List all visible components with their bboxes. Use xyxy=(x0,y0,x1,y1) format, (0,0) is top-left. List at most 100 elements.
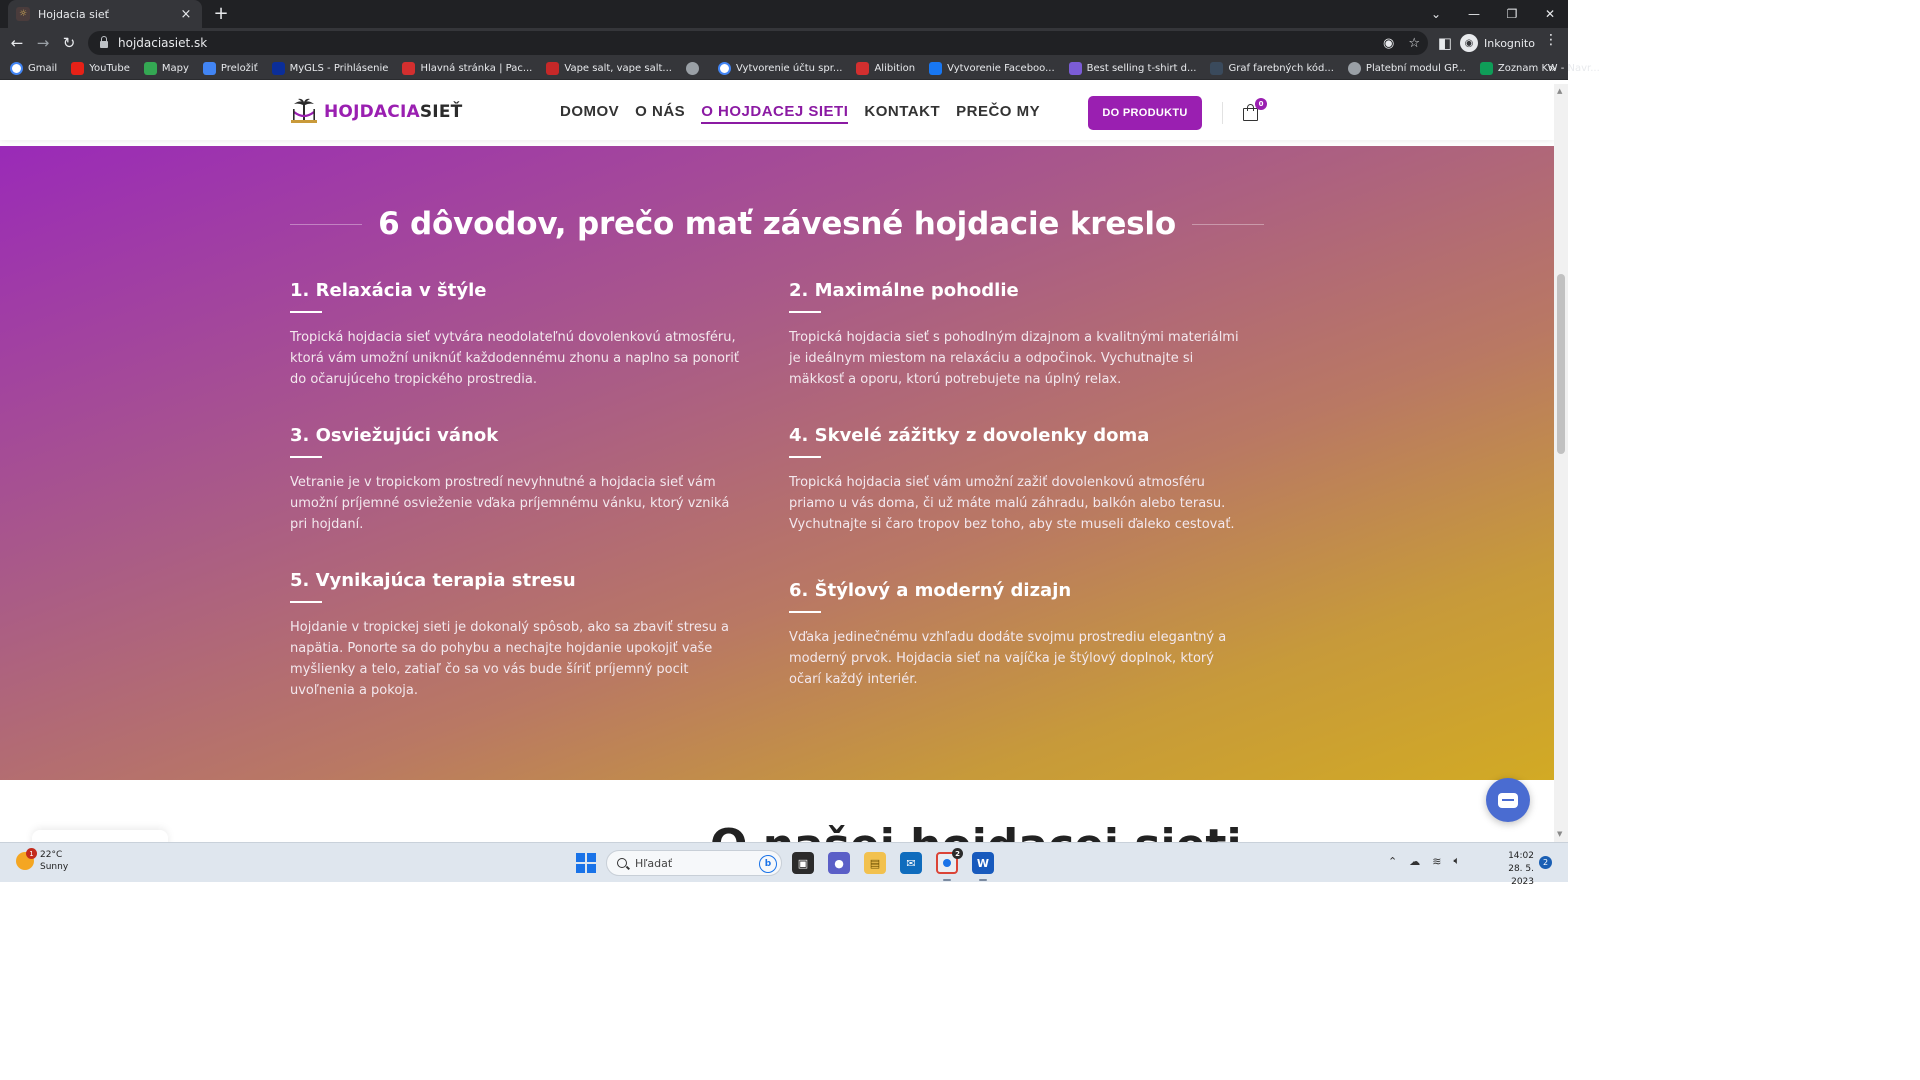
bookmark-item[interactable] xyxy=(685,62,704,75)
cart-icon[interactable]: 0 xyxy=(1243,98,1267,121)
bookmark-item[interactable]: Mapy xyxy=(143,62,189,75)
bookmark-item[interactable]: Vytvorenie účtu spr... xyxy=(717,62,843,75)
eye-off-icon[interactable]: ◉ xyxy=(1383,36,1394,51)
bookmark-item[interactable]: Gmail xyxy=(10,62,57,75)
tab-title: Hojdacia sieť xyxy=(38,7,109,21)
palm-hammock-logo-icon xyxy=(291,98,317,123)
do-produktu-button[interactable]: DO PRODUKTU xyxy=(1088,96,1202,130)
word-icon[interactable]: W xyxy=(972,852,994,874)
bookmark-label: Vytvorenie účtu spr... xyxy=(735,63,843,74)
profile-label: Inkognito xyxy=(1484,36,1535,50)
close-window-button[interactable]: ✕ xyxy=(1532,0,1568,28)
volume-icon[interactable]: 🔈︎ xyxy=(1453,854,1460,868)
weather-widget[interactable]: 1 22°C Sunny xyxy=(16,848,68,873)
bing-icon[interactable]: b xyxy=(759,855,777,873)
chat-bubble-icon xyxy=(1498,792,1518,808)
address-bar[interactable]: hojdaciasiet.sk ◉ ☆ xyxy=(88,31,1428,55)
reload-icon[interactable]: ↻ xyxy=(58,32,80,54)
bookmarks-bar: Gmail YouTube Mapy Preložiť MyGLS - Prihláse… xyxy=(0,58,1600,80)
sheets-icon xyxy=(1479,62,1493,75)
word-active-indicator xyxy=(979,879,987,881)
incognito-profile[interactable]: ◉ Inkognito xyxy=(1460,32,1535,54)
new-tab-button[interactable]: + xyxy=(210,3,232,25)
feature-underline xyxy=(789,611,821,613)
site-logo[interactable]: HOJDACIASIEŤ xyxy=(290,98,462,126)
title-line-right xyxy=(1191,223,1265,225)
scroll-down-arrow-icon[interactable]: ▼ xyxy=(1557,830,1562,838)
restore-button[interactable]: ❐ xyxy=(1494,0,1530,28)
rt-icon xyxy=(1210,62,1224,75)
nav-o-nas[interactable]: O NÁS xyxy=(635,103,685,124)
feature-underline xyxy=(789,456,821,458)
globe-icon xyxy=(1347,62,1361,75)
file-explorer-icon[interactable]: ▤ xyxy=(864,852,886,874)
scroll-up-arrow-icon[interactable]: ▲ xyxy=(1557,87,1562,95)
bookmark-label: Vape salt, vape salt... xyxy=(564,63,672,74)
back-arrow-icon[interactable]: ← xyxy=(6,32,28,54)
feature-text: Tropická hojdacia sieť s pohodlným dizaj… xyxy=(789,330,1239,387)
kebab-menu-icon[interactable]: ⋮ xyxy=(1544,32,1558,48)
teams-chat-icon[interactable]: ● xyxy=(828,852,850,874)
feature-title: 4. Skvelé zážitky z dovolenky doma xyxy=(789,425,1150,446)
nav-kontakt[interactable]: KONTAKT xyxy=(864,103,940,124)
translate-icon xyxy=(202,62,216,75)
bookmark-label: Platební modul GP... xyxy=(1365,63,1466,74)
taskbar-search[interactable]: Hľadať b xyxy=(606,850,782,876)
feature-card: 2. Maximálne pohodlie Tropická hojdacia … xyxy=(789,280,1249,390)
cookie-widget-tab[interactable] xyxy=(32,830,168,842)
onedrive-icon[interactable]: ☁ xyxy=(1409,855,1420,868)
bookmarks-overflow-icon[interactable]: » xyxy=(1549,61,1556,75)
bookmark-label: Graf farebných kód... xyxy=(1228,63,1334,74)
bookmark-item[interactable]: Hlavná stránka | Pac... xyxy=(402,62,532,75)
bookmark-label: Vytvorenie Faceboo... xyxy=(947,63,1055,74)
tab-close-icon[interactable]: × xyxy=(178,7,194,22)
nav-domov[interactable]: DOMOV xyxy=(560,103,619,124)
weather-text: 22°C Sunny xyxy=(40,849,68,873)
browser-tab[interactable]: ☼ Hojdacia sieť × xyxy=(8,0,202,28)
mail-icon[interactable]: ✉ xyxy=(900,852,922,874)
bookmark-item[interactable]: Zoznam KW - Navr... xyxy=(1479,62,1600,75)
nav-o-hojdacej-sieti[interactable]: O HOJDACEJ SIETI xyxy=(701,103,849,124)
diamond-icon xyxy=(929,62,943,75)
feature-text: Tropická hojdacia sieť vytvára neodolate… xyxy=(290,330,739,387)
sun-icon: 1 xyxy=(16,848,37,870)
site-header: HOJDACIASIEŤ DOMOV O NÁS O HOJDACEJ SIET… xyxy=(0,84,1554,140)
system-clock[interactable]: 14:02 28. 5. 2023 xyxy=(1484,850,1534,889)
feature-text: Tropická hojdacia sieť vám umožní zažiť … xyxy=(789,475,1235,532)
bookmark-label: YouTube xyxy=(89,63,130,74)
bookmark-item[interactable]: Alibition xyxy=(856,62,915,75)
logo-wordmark: HOJDACIASIEŤ xyxy=(324,102,463,122)
bookmark-item[interactable]: Preložiť xyxy=(202,62,258,75)
windows-start-icon[interactable] xyxy=(576,853,596,873)
chrome-icon[interactable]: 2 xyxy=(936,848,963,874)
bookmark-item[interactable]: Platební modul GP... xyxy=(1347,62,1466,75)
task-view-icon[interactable]: ▣ xyxy=(792,852,814,874)
page-scrollbar[interactable]: ▲ ▼ xyxy=(1554,84,1568,842)
page-viewport: HOJDACIASIEŤ DOMOV O NÁS O HOJDACEJ SIET… xyxy=(0,84,1554,842)
lock-icon[interactable] xyxy=(100,36,108,48)
section-title: 6 dôvodov, prečo mať závesné hojdacie kr… xyxy=(378,206,1176,242)
bookmark-star-icon[interactable]: ☆ xyxy=(1408,36,1420,51)
tab-search-icon[interactable]: ⌄ xyxy=(1418,0,1454,28)
title-line-left xyxy=(290,223,363,225)
section-title-wrap: 6 dôvodov, prečo mať závesné hojdacie kr… xyxy=(290,204,1265,244)
minimize-button[interactable]: — xyxy=(1456,0,1492,28)
bookmark-item[interactable]: Vytvorenie Faceboo... xyxy=(929,62,1055,75)
chat-button[interactable] xyxy=(1486,778,1530,822)
bookmark-item[interactable]: Vape salt, vape salt... xyxy=(546,62,672,75)
bookmark-item[interactable]: YouTube xyxy=(71,62,130,75)
site-favicon-icon: ☼ xyxy=(16,7,30,21)
side-panel-icon[interactable]: ◧ xyxy=(1434,32,1456,54)
feature-underline xyxy=(290,456,322,458)
forward-arrow-icon[interactable]: → xyxy=(32,32,54,54)
chevron-up-tray-icon[interactable]: ⌃ xyxy=(1388,855,1397,868)
notification-badge[interactable]: 2 xyxy=(1539,856,1552,869)
bookmark-item[interactable]: Best selling t-shirt d... xyxy=(1068,62,1196,75)
scroll-thumb[interactable] xyxy=(1557,274,1565,454)
bookmark-item[interactable]: MyGLS - Prihlásenie xyxy=(271,62,388,75)
feature-title: 3. Osviežujúci vánok xyxy=(290,425,499,446)
nav-preco-my[interactable]: PREČO MY xyxy=(956,103,1040,124)
bookmark-item[interactable]: Graf farebných kód... xyxy=(1210,62,1334,75)
wifi-icon[interactable]: ≋ xyxy=(1432,855,1441,868)
about-heading: O našej hojdacej sieti xyxy=(710,820,1242,842)
